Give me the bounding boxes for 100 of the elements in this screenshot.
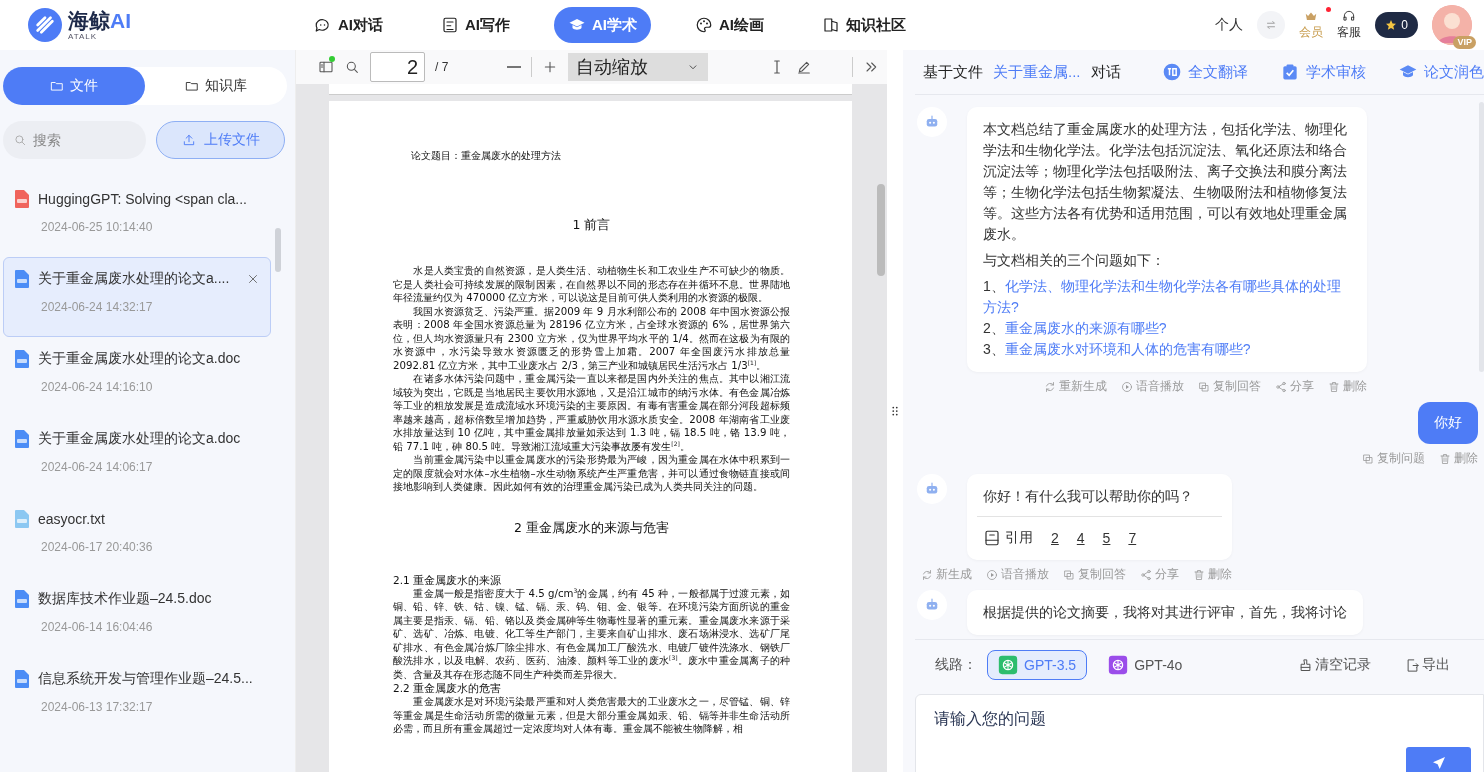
file-item[interactable]: 数据库技术作业题–24.5.doc 2024-06-14 16:04:46	[3, 577, 271, 657]
file-item[interactable]: 信息系统开发与管理作业题–24.5... 2024-06-13 17:32:17	[3, 657, 271, 737]
file-date: 2024-06-24 14:16:10	[40, 380, 154, 394]
send-button[interactable]	[1406, 747, 1471, 772]
file-name: 信息系统开发与管理作业题–24.5...	[38, 670, 254, 688]
subsection-heading: 2.2 重金属废水的危害	[393, 681, 503, 695]
file-item[interactable]: HuggingGPT: Solving <span cla... 2024-06-25 10:14:40	[3, 177, 271, 257]
running-header: 论文题目：重金属废水的处理方法	[411, 149, 562, 163]
file-link[interactable]: 关于重金属...	[993, 62, 1081, 82]
trash-icon	[1328, 380, 1340, 393]
file-date: 2024-06-14 16:04:46	[40, 620, 154, 634]
points-badge[interactable]: 0	[1375, 12, 1418, 38]
paragraph: 重金属废水是对环境污染最严重和对人类危害最大的工业废水之一，尽管锰、铜、锌等重金属是生命活动所需的微量元素，但是大部分重金属如汞、铅、镉等并非生命活动所必需，而且所有重金属超过一定浓度均对人体有毒。重金属不能被生物降解，相	[393, 695, 790, 736]
close-button[interactable]	[246, 272, 260, 286]
status-dot	[329, 56, 335, 62]
refresh-icon	[1044, 380, 1056, 393]
citation-link[interactable]: 4	[1076, 529, 1085, 546]
file-icon	[14, 590, 30, 608]
file-item[interactable]: 关于重金属废水处理的论文a.doc 2024-06-24 14:16:10	[3, 337, 271, 417]
points-count: 0	[1401, 18, 1408, 32]
clear-icon	[1298, 657, 1313, 673]
subsection-heading: 2.1 重金属废水的来源	[393, 572, 503, 587]
tool-button[interactable]: 论文润色	[1398, 62, 1484, 82]
folder-icon	[50, 79, 64, 93]
trash-icon	[1439, 452, 1451, 465]
export-button[interactable]: 导出	[1405, 656, 1450, 674]
file-item[interactable]: easyocr.txt 2024-06-17 20:40:36	[3, 497, 271, 577]
search-field[interactable]: 搜索	[33, 123, 123, 157]
citation-link[interactable]: 7	[1128, 529, 1137, 546]
search-icon	[344, 59, 360, 75]
page-total: / 7	[435, 60, 449, 74]
file-date: 2024-06-24 14:32:17	[40, 300, 154, 314]
suggested-question-link[interactable]: 3、重金属废水对环境和人体的危害有哪些?	[983, 339, 1351, 360]
file-name: 数据库技术作业题–24.5.doc	[38, 590, 213, 608]
tool-button[interactable]: 学术审核	[1280, 62, 1366, 82]
header-label: 基于文件	[923, 62, 983, 82]
play-icon	[986, 568, 998, 581]
trash-icon	[1193, 568, 1205, 581]
user-message: 你好	[1418, 402, 1478, 444]
scrollbar[interactable]	[275, 228, 281, 272]
sidebar-tab[interactable]: 知识库	[145, 67, 287, 105]
search-icon	[13, 133, 27, 147]
swap-button[interactable]	[1257, 11, 1286, 39]
headset-icon	[1342, 9, 1357, 23]
section-heading: 1 前言	[571, 217, 612, 234]
logo-subtitle: ATALK	[68, 31, 99, 41]
route-label: 线路：	[935, 656, 977, 674]
suggested-question-link[interactable]: 1、化学法、物理化学法和生物化学法各有哪些具体的处理方法?	[983, 276, 1351, 318]
paragraph: 当前重金属污染中以重金属废水的污染形势最为严峻，因为重金属在水体中积累到一定的限度就会对水体–水生植物–水生动物系统产生严重危害，并可以通过食物链直接或间接地影响到人类健康。因此如何有效的治理重金属污染已成为人类共同关注的问题。	[393, 453, 790, 494]
paragraph: 重金属一般是指密度大于 4.5 g/cm$^{3}$的金属，约有 45 种，一般都属于过渡元素，如铜、铅、锌、铁、钴、镍、锰、镉、汞、钨、钼、金、银等。在环境污染方面所说的重金属主要是指汞、镉、铅、铬以及类金属砷等生物毒性显著的重元素。重金属废水来源于采矿、选矿、冶炼、电镀、化工等生产部门，主要来自矿山排水、废石场淋浸水、选矿厂尾矿排水、有色金属冶炼厂除尘排水、有色金属加工厂酸洗水、电镀厂镀件洗涤水、钢铁厂酸洗排水，以及电解、农药、医药、油漆、颜料等工业的废水$^{[3]}$。废水中重金属离子的种类、含量及其存在形态随不同生产种类而差异很大。	[393, 586, 790, 681]
file-name: 关于重金属废水处理的论文a.doc	[38, 350, 242, 368]
refresh-icon	[921, 568, 933, 581]
paragraph: 我国水资源贫乏、污染严重。据2009 年 9 月水利部公布的 2008 年中国水资源公报表明：2008 年全国水资源总量为 28196 亿立方米，占全球水资源的 6%，居世界第六位，但人均水资源量只有 2300 立方米，仅为世界平均水平的 1/4。然而在这极为有限的水资源中，水污染导致水资源匮乏的形势雪上加霜。2007 年全国废污水排放总量 2092.81 亿立方米，其中工业废水占 2/3，第三产业和城镇居民生活污水占 1/3$^{[1]}$。	[393, 304, 790, 372]
file-date: 2024-06-17 20:40:36	[40, 540, 154, 554]
question-input[interactable]: 请输入您的问题	[932, 707, 1471, 747]
scrollbar[interactable]	[877, 184, 885, 276]
message-text: 根据提供的论文摘要，我将对其进行评审，首先，我将讨论	[983, 603, 1347, 622]
message-text: 与文档相关的三个问题如下：	[983, 251, 1166, 270]
file-date: 2024-06-25 10:14:40	[40, 220, 154, 234]
citation-link[interactable]: 5	[1102, 529, 1111, 546]
section-heading: 2 重金属废水的来源与危害	[513, 519, 670, 537]
citation-link[interactable]: 2	[1051, 529, 1059, 546]
nav-tab[interactable]: AI学术	[554, 7, 651, 43]
paragraph: 在诸多水体污染问题中，重金属污染一直以来都是国内外关注的焦点。其中以湘江流域较为突出，它既是当地居民主要饮用水源地，又是沿江城市的纳污水体。有色金属冶炼等工业的粗放发展是造成流域水环境污染的主要原因。有毒有害重金属在部分河段超标频率越来越高，超标倍数呈增加趋势，严重威胁饮用水源水质安全。2008 年湖南省工业废水排放量达到 10 亿吨，其中重金属排放量如汞达到 1.3 吨，镉 18.5 吨，铬 13.9 吨，铅 77.1 吨，砷 80.5 吨。导致湘江流域重大污染事故屡有发生$^{[2]}$。	[393, 372, 790, 453]
document-icon	[441, 16, 459, 34]
nav-tab[interactable]: 知识社区	[808, 7, 920, 43]
page-number-field[interactable]: 2	[370, 52, 425, 82]
file-icon	[14, 270, 30, 288]
copy-icon	[1362, 452, 1374, 465]
star-icon	[1385, 19, 1398, 31]
clear-history-button[interactable]: 清空记录	[1298, 656, 1371, 674]
question-input[interactable]: 请输入您的问题	[915, 694, 1484, 772]
message-text: 本文档总结了重金属废水的处理方法，包括化学法、物理化学法和生物化学法。化学法包括沉淀法、氧化还原法和络合沉淀法等；物理化学法包括吸附法、离子交换法和膜分离法等；生物化学法包括生物絮凝法、生物吸附法和植物修复法等。这些方法各有优势和适用范围，可以有效地处理重金属废水。	[983, 120, 1348, 244]
send-icon	[1430, 754, 1447, 771]
file-name: HuggingGPT: Solving <span cla...	[38, 191, 248, 207]
personal-label: 个人	[1215, 16, 1244, 34]
file-item[interactable]: 关于重金属废水处理的论文a.... 2024-06-24 14:32:17	[3, 257, 271, 337]
service-button[interactable]: 客服	[1337, 9, 1362, 41]
message-text: 你好！有什么我可以帮助你的吗？	[983, 487, 1194, 506]
nav-tab[interactable]: AI写作	[427, 7, 524, 43]
tool-button[interactable]: 全文翻译	[1162, 62, 1248, 82]
copy-icon	[1063, 568, 1075, 581]
search-field[interactable]: 搜索	[3, 121, 146, 159]
model-option[interactable]: GPT-4o	[1097, 650, 1194, 680]
nav-tab[interactable]: AI对话	[300, 7, 397, 43]
suggested-question-link[interactable]: 2、重金属废水的来源有哪些?	[983, 318, 1351, 339]
zoom-dropdown[interactable]: 自动缩放	[568, 53, 708, 81]
share-icon	[1140, 568, 1152, 581]
citation-label: 引用	[1005, 528, 1033, 547]
vip-badge: VIP	[1453, 36, 1476, 49]
paragraph: 水是人类宝贵的自然资源，是人类生活、动植物生长和工农业生产不可缺少的物质。它是人类社会可持续发展的限制因素，在自然界以不同的形态存在并循环不息。世界陆地年径流量约仅为 470000 亿立方米，可以说这是目前可供人类利用的水资源的极限。	[393, 264, 790, 305]
export-icon	[1405, 657, 1420, 673]
sidebar-tab[interactable]: 文件	[3, 67, 145, 105]
file-name: easyocr.txt	[38, 511, 106, 527]
file-item[interactable]: 关于重金属废水处理的论文a.doc 2024-06-24 14:06:17	[3, 417, 271, 497]
logo-icon	[28, 8, 62, 42]
file-name: 关于重金属废水处理的论文a.doc	[38, 430, 242, 448]
folder-icon	[185, 79, 199, 93]
file-name: 关于重金属废水处理的论文a....	[38, 270, 231, 288]
nav-tab[interactable]: AI绘画	[681, 7, 778, 43]
